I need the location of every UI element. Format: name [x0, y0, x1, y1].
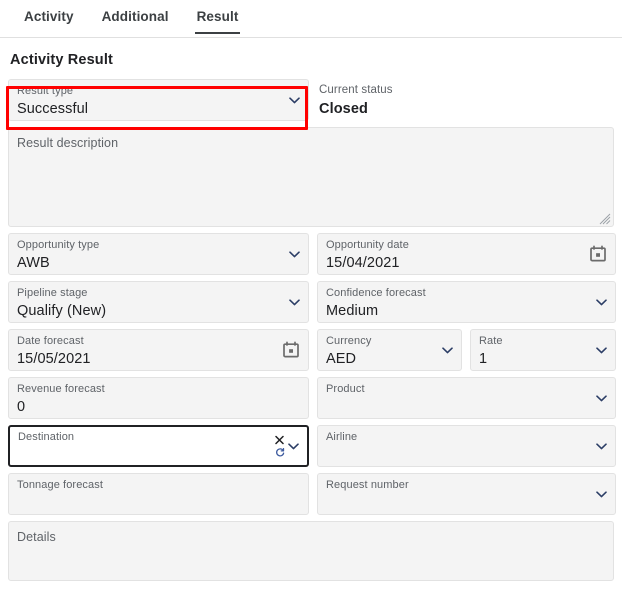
chevron-down-icon[interactable]	[595, 296, 607, 308]
clear-icon[interactable]	[274, 435, 285, 446]
details-label: Details	[17, 530, 56, 544]
chevron-down-icon[interactable]	[288, 94, 300, 106]
form-row-revenue-product: Revenue forecast 0 Product	[8, 377, 616, 419]
result-description-textarea[interactable]: Result description	[8, 127, 614, 227]
activity-result-form: Result type Successful Current status Cl…	[0, 79, 622, 581]
destination-tools	[274, 435, 285, 458]
confidence-forecast-label: Confidence forecast	[326, 287, 426, 299]
tab-additional[interactable]: Additional	[88, 0, 183, 34]
chevron-down-icon[interactable]	[595, 392, 607, 404]
opportunity-type-select[interactable]: Opportunity type AWB	[8, 233, 309, 275]
chevron-down-icon[interactable]	[287, 440, 299, 452]
result-type-value: Successful	[17, 101, 89, 117]
rate-select[interactable]: Rate 1	[470, 329, 616, 371]
resize-handle-icon[interactable]	[599, 212, 611, 225]
pipeline-stage-select[interactable]: Pipeline stage Qualify (New)	[8, 281, 309, 323]
revenue-forecast-field[interactable]: Revenue forecast 0	[8, 377, 309, 419]
calendar-icon[interactable]	[589, 245, 607, 263]
revenue-forecast-label: Revenue forecast	[17, 383, 105, 395]
date-forecast-field[interactable]: Date forecast 15/05/2021	[8, 329, 309, 371]
destination-autocomplete[interactable]: Destination	[8, 425, 309, 467]
rate-value: 1	[479, 351, 488, 367]
request-number-select[interactable]: Request number	[317, 473, 616, 515]
opportunity-type-value: AWB	[17, 255, 50, 271]
chevron-down-icon[interactable]	[441, 344, 453, 356]
product-select[interactable]: Product	[317, 377, 616, 419]
current-status-value: Closed	[319, 101, 368, 117]
date-forecast-label: Date forecast	[17, 335, 84, 347]
details-textarea[interactable]: Details	[8, 521, 614, 581]
tonnage-forecast-label: Tonnage forecast	[17, 479, 103, 491]
date-forecast-value: 15/05/2021	[17, 351, 91, 367]
currency-label: Currency	[326, 335, 372, 347]
currency-select[interactable]: Currency AED	[317, 329, 462, 371]
page-title: Activity Result	[10, 52, 113, 68]
revenue-forecast-value: 0	[17, 399, 26, 415]
tab-bar: Activity Additional Result	[0, 0, 622, 38]
opportunity-date-field[interactable]: Opportunity date 15/04/2021	[317, 233, 616, 275]
form-row-opportunity: Opportunity type AWB Opportunity date 15…	[8, 233, 616, 275]
form-row-tonnage-request: Tonnage forecast Request number	[8, 473, 616, 515]
pipeline-stage-label: Pipeline stage	[17, 287, 88, 299]
confidence-forecast-value: Medium	[326, 303, 379, 319]
tab-activity[interactable]: Activity	[10, 0, 88, 34]
airline-label: Airline	[326, 431, 358, 443]
chevron-down-icon[interactable]	[288, 248, 300, 260]
request-number-label: Request number	[326, 479, 409, 491]
form-row-result-description: Result description	[8, 127, 614, 227]
form-row-destination-airline: Destination Airline	[8, 425, 616, 467]
opportunity-date-value: 15/04/2021	[326, 255, 400, 271]
chevron-down-icon[interactable]	[595, 440, 607, 452]
chevron-down-icon[interactable]	[595, 488, 607, 500]
chevron-down-icon[interactable]	[595, 344, 607, 356]
current-status-label: Current status	[319, 84, 393, 96]
form-row-result-type: Result type Successful Current status Cl…	[8, 79, 614, 121]
currency-value: AED	[326, 351, 357, 367]
refresh-icon[interactable]	[274, 447, 285, 458]
result-type-label: Result type	[17, 85, 74, 97]
destination-label: Destination	[18, 431, 75, 443]
rate-label: Rate	[479, 335, 503, 347]
current-status-block: Current status Closed	[317, 79, 616, 121]
form-row-details: Details	[8, 521, 614, 581]
opportunity-type-label: Opportunity type	[17, 239, 100, 251]
opportunity-date-label: Opportunity date	[326, 239, 409, 251]
calendar-icon[interactable]	[282, 341, 300, 359]
form-row-date-currency-rate: Date forecast 15/05/2021 Currency AED Ra…	[8, 329, 616, 371]
tonnage-forecast-field[interactable]: Tonnage forecast	[8, 473, 309, 515]
airline-select[interactable]: Airline	[317, 425, 616, 467]
pipeline-stage-value: Qualify (New)	[17, 303, 107, 319]
chevron-down-icon[interactable]	[288, 296, 300, 308]
result-type-select[interactable]: Result type Successful	[8, 79, 309, 121]
product-label: Product	[326, 383, 365, 395]
result-description-label: Result description	[17, 136, 119, 150]
confidence-forecast-select[interactable]: Confidence forecast Medium	[317, 281, 616, 323]
tab-result[interactable]: Result	[183, 0, 253, 34]
form-row-pipeline: Pipeline stage Qualify (New) Confidence …	[8, 281, 616, 323]
